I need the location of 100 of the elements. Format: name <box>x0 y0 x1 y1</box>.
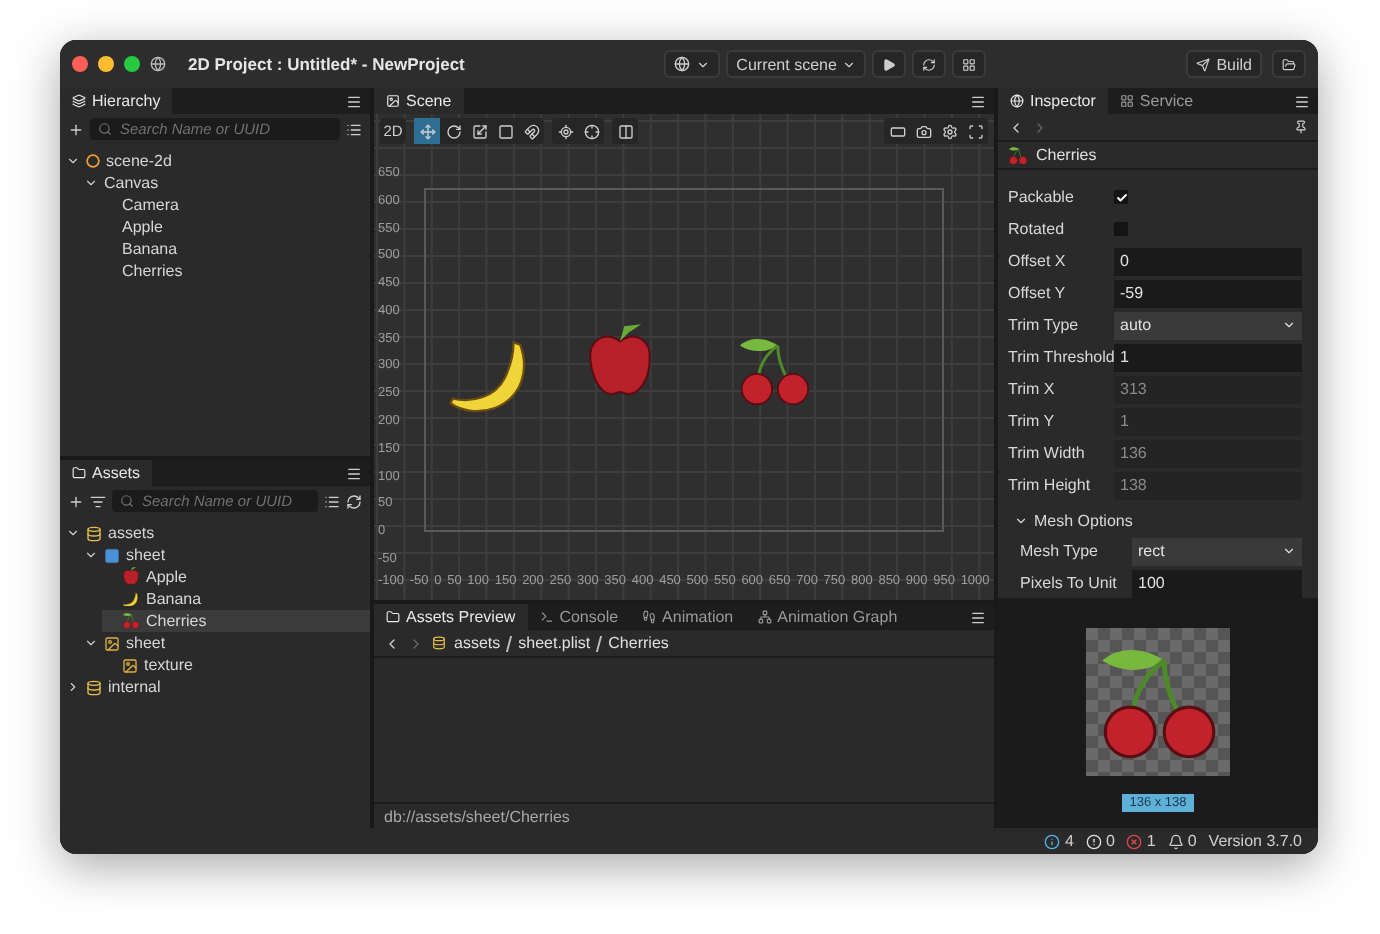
grid-icon <box>962 57 977 71</box>
camera-icon <box>915 123 931 139</box>
scene-dropdown[interactable]: Current scene <box>726 50 867 78</box>
collapse-icon[interactable] <box>66 680 80 694</box>
platform-dropdown[interactable] <box>664 50 721 78</box>
build-button[interactable]: Build <box>1186 50 1262 78</box>
property-label: Trim Height <box>1008 476 1093 494</box>
property-label: Pixels To Unit <box>1020 574 1119 592</box>
property-label: Offset Y <box>1008 284 1068 302</box>
tree-item[interactable]: assets <box>108 524 155 542</box>
property-label: Trim X <box>1008 380 1057 398</box>
tree-item[interactable]: Banana <box>146 590 202 608</box>
menu-icon[interactable] <box>970 93 986 109</box>
expand-icon <box>1014 513 1028 527</box>
apple-icon <box>122 566 140 588</box>
zoom-button[interactable] <box>124 56 140 72</box>
number-field: 136 <box>1114 439 1302 467</box>
section-header[interactable]: Mesh Options <box>1008 506 1302 534</box>
layers-icon <box>72 94 86 108</box>
tree-item[interactable]: scene-2d <box>106 152 172 170</box>
terminal-icon <box>539 610 554 624</box>
number-field[interactable]: -59 <box>1114 279 1302 307</box>
tree-item[interactable]: sheet <box>126 546 166 564</box>
graph-icon <box>757 610 772 624</box>
tree-item[interactable]: texture <box>144 656 193 674</box>
list-icon[interactable] <box>346 121 362 137</box>
number-field[interactable]: 100 <box>1132 569 1302 597</box>
rotate-icon <box>445 123 461 139</box>
select-field[interactable]: auto <box>1114 311 1302 339</box>
scan-icon <box>967 123 983 139</box>
property-label: Trim Type <box>1008 316 1081 334</box>
breadcrumb-item[interactable]: assets <box>454 634 501 652</box>
cherries-icon <box>122 612 140 630</box>
menu-icon[interactable] <box>1294 93 1310 109</box>
play-button[interactable] <box>872 50 907 78</box>
tree-item[interactable]: Cherries <box>122 262 183 280</box>
panel-tab[interactable]: Inspector <box>998 88 1108 114</box>
tree-item[interactable]: Banana <box>122 240 178 258</box>
breadcrumb-separator <box>596 635 603 651</box>
panel-tab[interactable]: Hierarchy <box>60 88 173 114</box>
asset-name: Cherries <box>1036 146 1097 164</box>
breadcrumb-item[interactable]: Cherries <box>608 634 669 652</box>
tree-item[interactable]: Apple <box>146 568 187 586</box>
number-field[interactable]: 1 <box>1114 343 1302 371</box>
property-label: Trim Threshold <box>1008 348 1114 366</box>
tree-item[interactable]: Apple <box>122 218 163 236</box>
image-icon <box>386 94 400 108</box>
panel-tab[interactable]: Assets Preview <box>374 604 528 630</box>
property-label: Packable <box>1008 188 1076 206</box>
grid-icon <box>1119 94 1134 108</box>
pivot-icon <box>557 123 573 139</box>
cherries-drawing <box>736 334 812 407</box>
tree-item[interactable]: Canvas <box>104 174 159 192</box>
menu-icon[interactable] <box>346 93 362 109</box>
tree-item[interactable]: Cherries <box>146 612 207 630</box>
menu-icon[interactable] <box>970 609 986 625</box>
forward-icon[interactable] <box>408 635 424 651</box>
globe-icon <box>1010 94 1024 108</box>
pin-icon[interactable] <box>1294 120 1308 134</box>
property-label: Rotated <box>1008 220 1067 238</box>
forward-icon[interactable] <box>1032 119 1048 135</box>
back-icon[interactable] <box>1008 119 1024 135</box>
search-icon <box>120 494 134 508</box>
tree-item[interactable]: sheet <box>126 634 166 652</box>
minimize-button[interactable] <box>98 56 114 72</box>
search-icon <box>98 122 112 136</box>
number-field[interactable]: 0 <box>1114 247 1302 275</box>
list-icon[interactable] <box>324 493 340 509</box>
panel-tab[interactable]: Assets <box>60 460 153 486</box>
scene-icon <box>86 154 100 168</box>
refresh-button[interactable] <box>912 50 947 78</box>
menu-icon[interactable] <box>346 465 362 481</box>
info-icon[interactable] <box>1044 833 1061 849</box>
error-icon[interactable] <box>1126 833 1143 849</box>
open-folder-button[interactable] <box>1272 50 1306 78</box>
property-label: Mesh Type <box>1020 542 1100 560</box>
warning-count: 0 <box>1105 832 1115 850</box>
checkbox[interactable] <box>1114 190 1128 204</box>
add-icon[interactable] <box>68 493 84 509</box>
back-icon[interactable] <box>384 635 400 651</box>
panel-tab[interactable]: Scene <box>374 88 464 114</box>
grid-button[interactable] <box>952 50 987 78</box>
refresh-icon[interactable] <box>346 493 362 509</box>
bell-icon[interactable] <box>1167 833 1184 849</box>
folder-icon <box>386 610 400 624</box>
rectangle-icon <box>889 123 905 139</box>
add-icon[interactable] <box>68 121 84 137</box>
expand-icon[interactable] <box>84 636 98 650</box>
tree-item[interactable]: internal <box>108 678 161 696</box>
notification-count: 0 <box>1187 832 1197 850</box>
globe-icon <box>150 56 166 72</box>
apple-drawing <box>584 320 656 401</box>
warning-icon[interactable] <box>1085 833 1102 849</box>
database-icon <box>432 636 446 650</box>
breadcrumb-item[interactable]: sheet.plist <box>518 634 591 652</box>
tree-item[interactable]: Camera <box>122 196 179 214</box>
close-button[interactable] <box>72 56 88 72</box>
sort-icon[interactable] <box>90 493 106 509</box>
number-field: 138 <box>1114 471 1302 499</box>
select-field[interactable]: rect <box>1132 537 1302 565</box>
